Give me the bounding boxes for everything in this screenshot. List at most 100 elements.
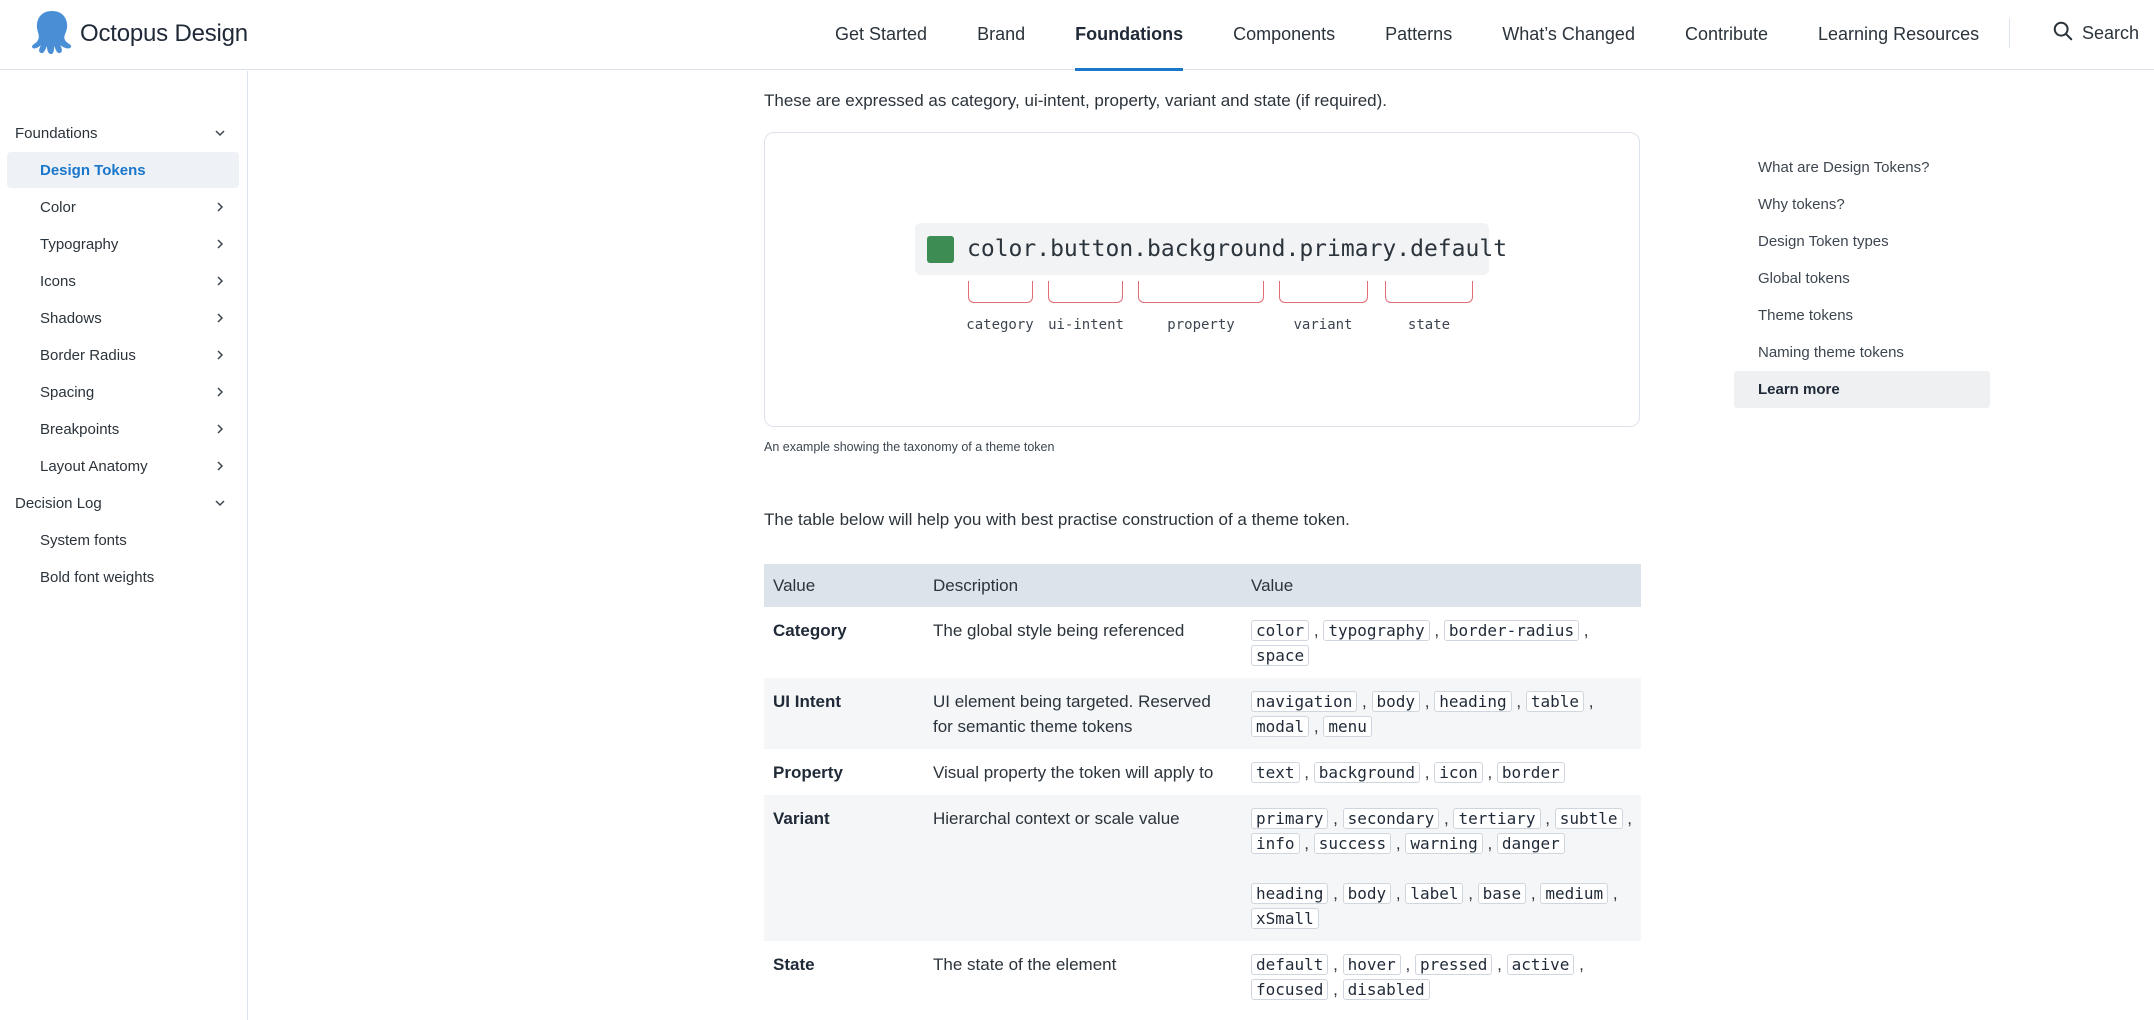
token-value: heading — [1251, 883, 1329, 904]
label-ui-intent: ui-intent — [1048, 317, 1124, 333]
label-category: category — [966, 317, 1034, 333]
token-value: space — [1251, 645, 1310, 666]
token-value: navigation — [1251, 691, 1358, 712]
sidebar-item-color[interactable]: Color — [7, 189, 239, 225]
chevron-right-icon — [217, 202, 224, 212]
bracket-ui-intent — [1048, 281, 1123, 303]
sidebar-item-layout-anatomy[interactable]: Layout Anatomy — [7, 448, 239, 484]
column-header: Value — [1242, 564, 1641, 607]
table-row: Category The global style being reference… — [764, 607, 1641, 678]
sidebar-item-label: System fonts — [40, 531, 127, 549]
sidebar-item-foundations[interactable]: Foundations — [7, 115, 239, 151]
toc-item-design-token-types[interactable]: Design Token types — [1734, 223, 1990, 260]
nav-learning-resources[interactable]: Learning Resources — [1793, 0, 2004, 70]
bracket-variant — [1279, 281, 1368, 303]
brand-name: Octopus Design — [80, 20, 248, 47]
sidebar-item-breakpoints[interactable]: Breakpoints — [7, 411, 239, 447]
token-value: focused — [1251, 979, 1329, 1000]
row-description: The state of the element — [933, 955, 1117, 974]
row-key: UI Intent — [764, 678, 924, 749]
token-value: subtle — [1554, 808, 1623, 829]
token-value: base — [1477, 883, 1527, 904]
chevron-right-icon — [217, 313, 224, 323]
token-value: pressed — [1414, 954, 1493, 975]
toc-item-why-tokens[interactable]: Why tokens? — [1734, 186, 1990, 223]
token-value: heading — [1434, 691, 1512, 712]
bracket-state — [1385, 281, 1473, 303]
table-row: State The state of the element default , h… — [764, 941, 1641, 1012]
toc-item-theme-tokens[interactable]: Theme tokens — [1734, 297, 1990, 334]
sidebar-item-typography[interactable]: Typography — [7, 226, 239, 262]
sidebar-item-design-tokens[interactable]: Design Tokens — [7, 152, 239, 188]
token-value: warning — [1405, 833, 1483, 854]
token-value: body — [1342, 883, 1392, 904]
token-value: modal — [1251, 716, 1310, 737]
token-value: body — [1371, 691, 1421, 712]
sidebar-item-label: Foundations — [15, 124, 98, 142]
color-swatch — [927, 236, 954, 263]
row-values: default , hover , pressed , active , foc… — [1242, 941, 1641, 1012]
nav-foundations[interactable]: Foundations — [1050, 0, 1208, 71]
nav-whats-changed[interactable]: What’s Changed — [1477, 0, 1660, 70]
nav-contribute[interactable]: Contribute — [1660, 0, 1793, 70]
table-row: Variant Hierarchal context or scale value… — [764, 795, 1641, 941]
sidebar-item-bold-font-weights[interactable]: Bold font weights — [7, 559, 239, 595]
row-key: Category — [773, 621, 847, 640]
toc-item-learn-more[interactable]: Learn more — [1734, 371, 1990, 408]
token-value: typography — [1323, 620, 1430, 641]
chevron-right-icon — [217, 424, 224, 434]
sidebar-item-spacing[interactable]: Spacing — [7, 374, 239, 410]
nav-components[interactable]: Components — [1208, 0, 1360, 70]
nav-patterns[interactable]: Patterns — [1360, 0, 1477, 70]
token-value: icon — [1434, 762, 1483, 783]
sidebar-item-label: Decision Log — [15, 494, 102, 512]
token-value: disabled — [1342, 979, 1430, 1000]
token-value: xSmall — [1251, 908, 1319, 929]
sidebar-item-decision-log[interactable]: Decision Log — [7, 485, 239, 521]
label-state: state — [1407, 317, 1451, 333]
sidebar-item-icons[interactable]: Icons — [7, 263, 239, 299]
sidebar-item-label: Icons — [40, 272, 76, 290]
token-value: primary — [1251, 808, 1329, 829]
token-value: border-radius — [1443, 620, 1580, 641]
search-button[interactable]: Search — [2052, 20, 2139, 47]
token-value: active — [1506, 954, 1575, 975]
row-key: Property — [773, 763, 843, 782]
sidebar-item-system-fonts[interactable]: System fonts — [7, 522, 239, 558]
toc-item-naming-theme-tokens[interactable]: Naming theme tokens — [1734, 334, 1990, 371]
row-description: Visual property the token will apply to — [933, 763, 1214, 782]
intro-text: These are expressed as category, ui-inte… — [764, 91, 1388, 110]
chevron-right-icon — [217, 276, 224, 286]
token-taxonomy-figure: color.button.background.primary.default … — [764, 132, 1640, 427]
chevron-right-icon — [217, 461, 224, 471]
row-values: text , background , icon , border — [1242, 749, 1641, 795]
toc-item-global-tokens[interactable]: Global tokens — [1734, 260, 1990, 297]
row-values: color , typography , border-radius , spa… — [1242, 607, 1641, 678]
nav-get-started[interactable]: Get Started — [810, 0, 952, 70]
row-values: primary , secondary , tertiary , subtle … — [1242, 795, 1641, 941]
column-header: Description — [924, 564, 1242, 607]
label-variant: variant — [1293, 317, 1353, 333]
token-value: background — [1313, 762, 1421, 783]
token-name: color.button.background.primary.default — [967, 236, 1508, 262]
sidebar-item-shadows[interactable]: Shadows — [7, 300, 239, 336]
sidebar-item-label: Breakpoints — [40, 420, 120, 438]
token-value: color — [1251, 620, 1310, 641]
sidebar-item-label: Color — [40, 198, 76, 216]
top-nav: Get Started Brand Foundations Components… — [810, 0, 2004, 71]
sidebar-item-label: Design Tokens — [40, 161, 146, 179]
token-value: info — [1251, 833, 1300, 854]
home-link[interactable]: Octopus Design — [30, 10, 248, 58]
token-value: table — [1525, 691, 1584, 712]
sidebar-item-border-radius[interactable]: Border Radius — [7, 337, 239, 373]
token-value: label — [1405, 883, 1464, 904]
token-value: menu — [1323, 716, 1372, 737]
nav-brand[interactable]: Brand — [952, 0, 1050, 70]
token-value: border — [1496, 762, 1565, 783]
row-values: navigation , body , heading , table , mo… — [1242, 678, 1641, 749]
toc-item-what-are-design-tokens[interactable]: What are Design Tokens? — [1734, 149, 1990, 186]
label-property: property — [1167, 317, 1235, 333]
sidebar-item-label: Bold font weights — [40, 568, 155, 586]
chevron-right-icon — [217, 350, 224, 360]
sidebar-item-label: Typography — [40, 235, 119, 253]
